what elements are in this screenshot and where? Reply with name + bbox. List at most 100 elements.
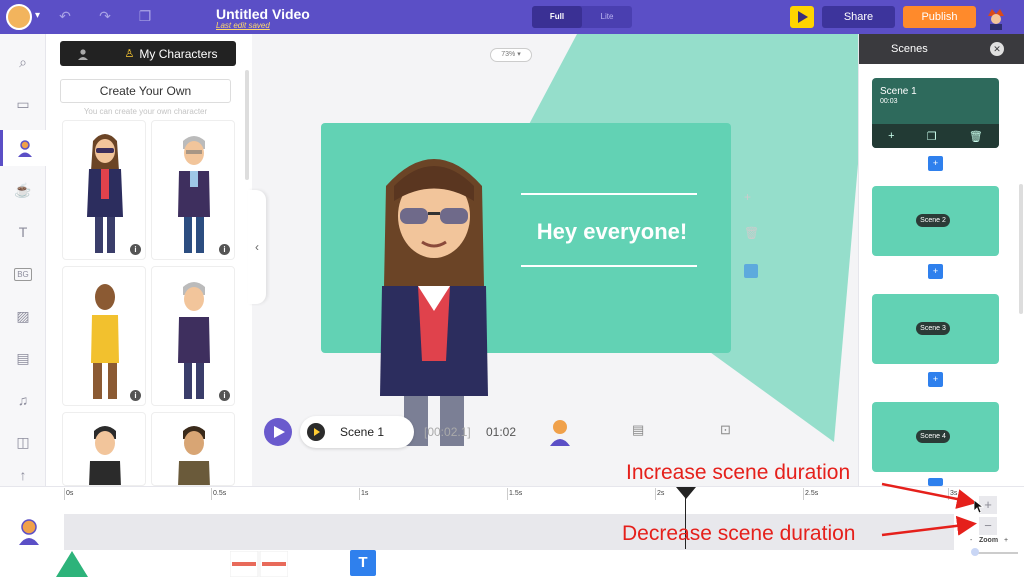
timeline-tick-label: 1s [361, 490, 369, 497]
character-card[interactable]: i [62, 266, 146, 406]
create-hint: You can create your own character [83, 107, 208, 116]
shape-track-icon[interactable] [56, 551, 88, 577]
timeline-tick-label: 1.5s [509, 490, 523, 497]
scene-card-1[interactable]: Scene 1 00:03 + ❐ 🗑 [872, 78, 999, 148]
arrow-to-plus [881, 482, 977, 509]
bg-icon[interactable]: BG [0, 256, 46, 292]
character-track-icon[interactable] [18, 519, 40, 545]
scene-play-icon[interactable] [307, 423, 325, 441]
text-icon[interactable]: T [0, 214, 46, 250]
scenes-scrollbar[interactable] [1019, 184, 1023, 314]
trash-icon[interactable]: 🗑 [744, 226, 759, 240]
trash-icon[interactable]: 🗑 [969, 130, 983, 143]
add-scene-button[interactable]: + [928, 264, 943, 279]
app-logo-icon[interactable] [6, 4, 32, 30]
music-icon[interactable]: ♫ [0, 382, 46, 418]
character-thumbnail [178, 282, 210, 399]
tab-my-characters[interactable]: ♙ My Characters [106, 41, 236, 66]
publish-button[interactable]: Publish [903, 6, 976, 28]
scene-card-2[interactable]: Scene 2 [872, 186, 999, 256]
character-thumbnail [178, 136, 210, 253]
characters-icon[interactable] [0, 130, 46, 166]
arrow-to-minus [881, 515, 977, 537]
zoom-slider-track[interactable] [974, 552, 1018, 554]
info-icon[interactable]: i [219, 390, 230, 401]
undo-icon[interactable]: ↶ [56, 8, 74, 24]
playhead-handle[interactable] [676, 487, 696, 499]
props-icon[interactable]: ☕ [0, 172, 46, 208]
scene-selector[interactable]: Scene 1 [300, 416, 414, 448]
info-icon[interactable]: i [130, 244, 141, 255]
save-status: Last edit saved [216, 21, 270, 30]
decrease-duration-button[interactable]: − [979, 517, 997, 535]
scene-card-3[interactable]: Scene 3 [872, 294, 999, 364]
add-element-icon[interactable]: + [744, 190, 751, 204]
image-icon[interactable]: ▨ [0, 298, 46, 334]
add-icon[interactable]: + [888, 130, 894, 142]
add-scene-icon[interactable] [744, 264, 758, 278]
characters-panel: ♙ My Characters Create Your Own You can … [52, 34, 250, 486]
timeline-tick-label: 0s [66, 490, 74, 497]
stage-canvas[interactable]: 73% ▾ Hey everyone! + 🗑 Scene 1 [00:02.1… [252, 34, 858, 486]
character-card[interactable]: i [151, 120, 235, 260]
timeline-tick [803, 488, 804, 500]
add-scene-button[interactable]: + [928, 156, 943, 171]
timeline-tick [655, 488, 656, 500]
info-icon[interactable]: i [130, 390, 141, 401]
upload-icon[interactable]: ↑ [0, 466, 46, 484]
character-card[interactable]: i [62, 120, 146, 260]
panel-scrollbar[interactable] [245, 70, 249, 180]
playback-controls: Scene 1 [00:02.1] 01:02 ▤ ⊡ [264, 416, 764, 448]
effects-icon[interactable]: ◫ [0, 424, 46, 460]
camera-focus-icon[interactable]: ⊡ [720, 422, 731, 438]
scene-name: Scene 3 [916, 322, 950, 335]
top-bar: ▾ ↶ ↷ ❐ Untitled Video Last edit saved F… [0, 0, 1024, 34]
create-your-own-button[interactable]: Create Your Own [60, 79, 231, 103]
video-icon[interactable]: ▤ [0, 340, 46, 376]
mouse-cursor-icon [974, 500, 984, 514]
timeline-tick-label: 2.5s [805, 490, 819, 497]
character-thumbnail [178, 426, 210, 485]
film-icon[interactable]: ▤ [632, 422, 644, 438]
character-thumbnail [91, 284, 119, 399]
character-tabs: ♙ My Characters [60, 41, 236, 66]
text-track-icon[interactable]: T [350, 550, 376, 576]
scene-duration: 00:03 [880, 98, 898, 105]
zoom-plus-label: + [1004, 537, 1009, 544]
character-card[interactable] [62, 412, 146, 486]
lines-track-icon[interactable] [230, 551, 288, 577]
character-thumbnail [89, 426, 121, 485]
person-icon [78, 48, 88, 60]
scene-name: Scene 4 [916, 430, 950, 443]
chevron-down-icon[interactable]: ▾ [35, 10, 40, 21]
tab-preset-characters[interactable] [60, 41, 106, 66]
video-title[interactable]: Untitled Video [216, 6, 310, 22]
search-icon[interactable]: ⌕ [0, 44, 46, 80]
character-card[interactable]: i [151, 266, 235, 406]
zoom-dropdown[interactable]: 73% ▾ [490, 48, 532, 62]
duplicate-icon[interactable]: ❐ [136, 8, 154, 24]
user-avatar[interactable] [984, 6, 1008, 30]
close-icon[interactable]: ✕ [990, 42, 1004, 56]
redo-icon[interactable]: ↷ [96, 8, 114, 24]
scene-card-4[interactable]: Scene 4 [872, 402, 999, 472]
timeline-tick [507, 488, 508, 500]
add-scene-button[interactable]: + [928, 372, 943, 387]
scene-headline[interactable]: Hey everyone! [517, 219, 707, 245]
scenes-title: Scenes [891, 43, 928, 55]
scene-selector-label: Scene 1 [340, 425, 385, 439]
zoom-slider-handle[interactable] [971, 548, 979, 556]
mode-lite-button[interactable]: Lite [582, 6, 632, 28]
info-icon[interactable]: i [219, 244, 230, 255]
preview-play-icon[interactable] [790, 6, 814, 28]
bg-icon-label: BG [14, 267, 32, 281]
mode-full-button[interactable]: Full [532, 6, 582, 28]
play-button[interactable] [264, 418, 292, 446]
collapse-panel-button[interactable]: ‹ [248, 190, 266, 304]
share-button[interactable]: Share [822, 6, 895, 28]
character-card[interactable] [151, 412, 235, 486]
copy-icon[interactable]: ❐ [927, 130, 937, 143]
scene-icon[interactable]: ▭ [0, 86, 46, 122]
character-tool-icon[interactable] [548, 418, 572, 446]
stage-character[interactable] [364, 146, 504, 446]
